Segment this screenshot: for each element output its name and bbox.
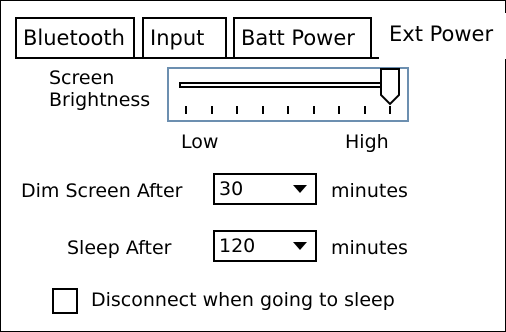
brightness-tick: [338, 106, 340, 114]
brightness-tick: [389, 106, 391, 114]
brightness-tick: [312, 106, 315, 114]
ext-power-settings-panel: Bluetooth Input Batt Power Ext Power Scr…: [0, 0, 506, 332]
brightness-tick: [261, 106, 264, 114]
disconnect-label: Disconnect when going to sleep: [91, 289, 395, 311]
brightness-tick: [210, 106, 213, 114]
tab-divider: [15, 57, 379, 59]
tab-batt-power[interactable]: Batt Power: [233, 17, 372, 57]
tab-bluetooth[interactable]: Bluetooth: [15, 17, 135, 57]
chevron-down-icon: [293, 185, 307, 193]
dim-screen-dropdown[interactable]: 30: [213, 173, 317, 205]
brightness-tick: [185, 106, 187, 114]
brightness-tick: [287, 106, 289, 114]
sleep-after-unit: minutes: [331, 237, 408, 259]
chevron-down-icon: [293, 242, 307, 250]
brightness-tick: [236, 106, 238, 114]
dim-screen-value: 30: [219, 178, 244, 200]
brightness-tick: [363, 106, 366, 114]
brightness-low-label: Low: [181, 131, 219, 153]
brightness-slider-track[interactable]: [179, 82, 397, 88]
brightness-slider-thumb[interactable]: [379, 68, 401, 106]
sleep-after-value: 120: [219, 235, 256, 257]
tab-strip: Bluetooth Input Batt Power Ext Power: [1, 1, 506, 61]
sleep-after-dropdown[interactable]: 120: [213, 230, 317, 262]
brightness-high-label: High: [345, 131, 389, 153]
brightness-slider[interactable]: [167, 67, 409, 122]
screen-brightness-label-line1: Screen: [49, 67, 115, 89]
disconnect-checkbox[interactable]: [52, 288, 78, 314]
tab-input[interactable]: Input: [142, 17, 227, 57]
sleep-after-label: Sleep After: [67, 237, 172, 259]
dim-screen-label: Dim Screen After: [21, 180, 183, 202]
dim-screen-unit: minutes: [331, 180, 408, 202]
tab-ext-power[interactable]: Ext Power: [379, 13, 506, 59]
screen-brightness-label: Screen Brightness: [49, 67, 150, 111]
screen-brightness-label-line2: Brightness: [49, 89, 151, 111]
